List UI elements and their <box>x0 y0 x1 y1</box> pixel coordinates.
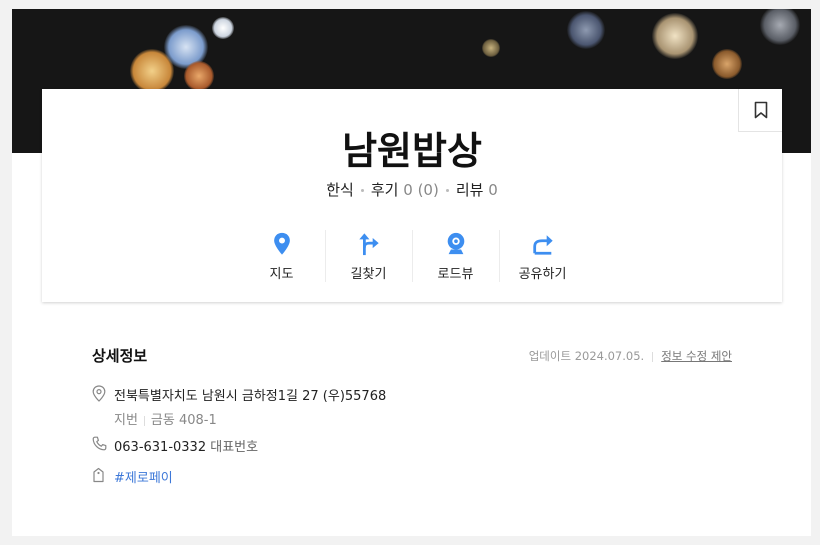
phone-number[interactable]: 063-631-0332 <box>114 440 206 455</box>
detail-section: 상세정보 업데이트 2024.07.05. 정보 수정 제안 전북특별자치도 남원… <box>92 343 732 486</box>
blog-review-count: 0 <box>488 181 498 199</box>
separator-dot <box>445 189 449 192</box>
divider <box>143 415 145 426</box>
directions-button[interactable]: 길찾기 <box>325 230 412 282</box>
share-button-label: 공유하기 <box>518 267 567 282</box>
directions-icon <box>358 233 379 256</box>
separator-dot <box>360 189 364 192</box>
address-text: 전북특별자치도 남원시 금하정1길 27 (우)55768 <box>114 389 387 404</box>
phone-tag: 대표번호 <box>210 440 259 455</box>
updated-date: 업데이트 2024.07.05. <box>528 349 645 363</box>
share-icon <box>532 235 553 255</box>
map-button[interactable]: 지도 <box>238 230 325 282</box>
blog-review-link[interactable]: 리뷰 0 <box>456 181 498 199</box>
tag-icon <box>92 467 114 483</box>
action-bar: 지도 길찾기 로드뷰 공유하기 <box>42 230 782 282</box>
detail-header: 상세정보 업데이트 2024.07.05. 정보 수정 제안 <box>92 343 732 367</box>
location-icon <box>92 385 114 402</box>
place-title: 남원밥상 <box>342 129 482 173</box>
phone-icon <box>92 436 114 451</box>
review-link[interactable]: 후기 0 (0) <box>371 181 439 199</box>
phone-row: 063-631-0332 대표번호 <box>92 436 258 455</box>
roadview-button-label: 로드뷰 <box>437 267 474 282</box>
directions-button-label: 길찾기 <box>350 267 387 282</box>
share-button[interactable]: 공유하기 <box>499 230 586 282</box>
blog-review-label: 리뷰 <box>455 181 484 199</box>
jibun-address: 지번 금동 408-1 <box>114 409 386 428</box>
divider <box>652 351 654 362</box>
map-pin-icon <box>273 232 290 255</box>
review-label: 후기 <box>370 181 399 199</box>
map-button-label: 지도 <box>269 267 294 282</box>
address-row: 전북특별자치도 남원시 금하정1길 27 (우)55768 지번 금동 408-1 <box>92 385 386 428</box>
review-score: 0 <box>403 181 413 199</box>
place-page: 남원밥상 한식 후기 0 (0) 리뷰 0 지도 길찾기 로드뷰 공유하기 상세… <box>12 9 811 536</box>
place-summary-card: 남원밥상 한식 후기 0 (0) 리뷰 0 지도 길찾기 로드뷰 공유하기 <box>42 89 782 302</box>
roadview-button[interactable]: 로드뷰 <box>412 230 499 282</box>
place-meta: 한식 후기 0 (0) 리뷰 0 <box>42 179 782 200</box>
update-info: 업데이트 2024.07.05. 정보 수정 제안 <box>529 348 732 364</box>
roadview-icon <box>447 232 464 255</box>
place-category: 한식 <box>326 181 354 199</box>
jibun-text: 금동 408-1 <box>150 413 217 428</box>
review-count: (0) <box>417 181 439 199</box>
jibun-label: 지번 <box>114 413 138 428</box>
hashtag-link[interactable]: #제로페이 <box>114 467 173 486</box>
hashtag-row: #제로페이 <box>92 467 173 486</box>
edit-suggestion-link[interactable]: 정보 수정 제안 <box>661 349 732 363</box>
detail-title: 상세정보 <box>92 347 148 365</box>
bookmark-icon <box>754 101 767 119</box>
